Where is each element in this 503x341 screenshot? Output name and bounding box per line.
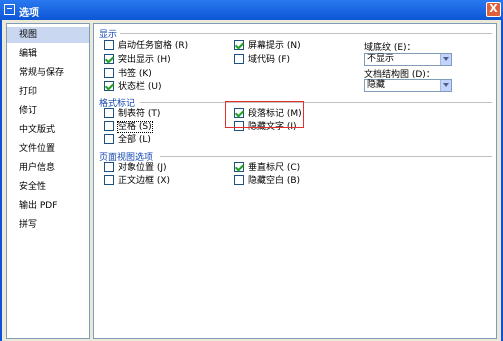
checkbox-status-bar[interactable]: 状态栏 (U) <box>104 81 161 93</box>
checkbox-icon[interactable] <box>234 54 244 64</box>
field-shading-select[interactable]: 不显示 <box>364 53 452 66</box>
highlight-annotation <box>225 101 304 128</box>
category-list: 视图 编辑 常规与保存 打印 修订 中文版式 文件位置 用户信息 安全性 输出 … <box>6 23 90 339</box>
checkbox-hide-white-space[interactable]: 隐藏空白 (B) <box>234 175 300 187</box>
select-value: 隐藏 <box>367 80 386 90</box>
checkbox-icon[interactable] <box>104 108 114 118</box>
checkbox-screen-tips[interactable]: 屏幕提示 (N) <box>234 40 301 52</box>
option-label: 隐藏空白 (B) <box>248 176 301 186</box>
section-divider <box>140 102 492 103</box>
dialog-body: 视图 编辑 常规与保存 打印 修订 中文版式 文件位置 用户信息 安全性 输出 … <box>2 20 501 341</box>
close-button[interactable]: X <box>486 2 501 17</box>
checkbox-startup-task-pane[interactable]: 启动任务窗格 (R) <box>104 40 188 52</box>
option-label: 空格 (S) <box>117 121 153 133</box>
sidebar-item-user-info[interactable]: 用户信息 <box>7 160 89 176</box>
checkbox-icon[interactable] <box>104 40 114 50</box>
section-title-display: 显示 <box>99 30 118 40</box>
checkbox-all[interactable]: 全部 (L) <box>104 134 151 146</box>
checkbox-checked-icon[interactable] <box>234 162 244 172</box>
checkbox-object-anchors[interactable]: 对象位置 (J) <box>104 162 167 174</box>
sidebar-item-export-pdf[interactable]: 输出 PDF <box>7 198 89 214</box>
sidebar-item-chinese-layout[interactable]: 中文版式 <box>7 122 89 138</box>
field-shading-label: 域底纹 (E)： <box>364 43 416 53</box>
select-value: 不显示 <box>367 54 395 64</box>
checkbox-icon[interactable] <box>104 162 114 172</box>
sidebar-item-edit[interactable]: 编辑 <box>7 46 89 62</box>
checkbox-icon[interactable] <box>104 121 114 131</box>
option-label: 启动任务窗格 (R) <box>118 41 189 51</box>
checkbox-checked-icon[interactable] <box>234 40 244 50</box>
option-label: 正文边框 (X) <box>118 176 171 186</box>
checkbox-spaces[interactable]: 空格 (S) <box>104 121 153 133</box>
option-label: 垂直标尺 (C) <box>248 163 301 173</box>
checkbox-bookmarks[interactable]: 书签 (K) <box>104 68 152 80</box>
doc-map-select[interactable]: 隐藏 <box>364 79 452 92</box>
option-label: 屏幕提示 (N) <box>248 41 301 51</box>
checkbox-icon[interactable] <box>104 175 114 185</box>
checkbox-tab-characters[interactable]: 制表符 (T) <box>104 108 160 120</box>
option-label: 制表符 (T) <box>118 109 161 119</box>
sidebar-item-print[interactable]: 打印 <box>7 84 89 100</box>
sidebar-item-security[interactable]: 安全性 <box>7 179 89 195</box>
app-icon <box>4 4 15 15</box>
checkbox-icon[interactable] <box>234 175 244 185</box>
option-label: 书签 (K) <box>118 69 152 79</box>
sidebar-item-spelling[interactable]: 拼写 <box>7 217 89 233</box>
sidebar-item-view[interactable]: 视图 <box>7 27 89 43</box>
title-bar[interactable]: 选项 X <box>0 0 503 20</box>
view-options-panel: 显示 启动任务窗格 (R) 突出显示 (H) 书签 (K) 状态栏 (U) 屏幕… <box>93 23 497 339</box>
option-label: 域代码 (F) <box>248 55 291 65</box>
section-divider <box>120 33 492 34</box>
checkbox-icon[interactable] <box>104 68 114 78</box>
option-label: 全部 (L) <box>118 135 151 145</box>
checkbox-field-codes[interactable]: 域代码 (F) <box>234 54 290 66</box>
chevron-down-icon[interactable] <box>440 80 451 91</box>
checkbox-text-boundaries[interactable]: 正文边框 (X) <box>104 175 170 187</box>
option-label: 突出显示 (H) <box>118 55 171 65</box>
options-dialog: 选项 X 视图 编辑 常规与保存 打印 修订 中文版式 文件位置 用户信息 安全… <box>0 0 503 341</box>
chevron-down-icon[interactable] <box>440 54 451 65</box>
dialog-title: 选项 <box>19 8 39 19</box>
option-label: 对象位置 (J) <box>118 163 167 173</box>
section-divider <box>160 156 492 157</box>
sidebar-item-general-save[interactable]: 常规与保存 <box>7 65 89 81</box>
checkbox-highlight[interactable]: 突出显示 (H) <box>104 54 171 66</box>
checkbox-checked-icon[interactable] <box>104 54 114 64</box>
sidebar-item-file-locations[interactable]: 文件位置 <box>7 141 89 157</box>
checkbox-vertical-ruler[interactable]: 垂直标尺 (C) <box>234 162 300 174</box>
checkbox-checked-icon[interactable] <box>104 81 114 91</box>
sidebar-item-revisions[interactable]: 修订 <box>7 103 89 119</box>
checkbox-icon[interactable] <box>104 134 114 144</box>
option-label: 状态栏 (U) <box>118 82 162 92</box>
